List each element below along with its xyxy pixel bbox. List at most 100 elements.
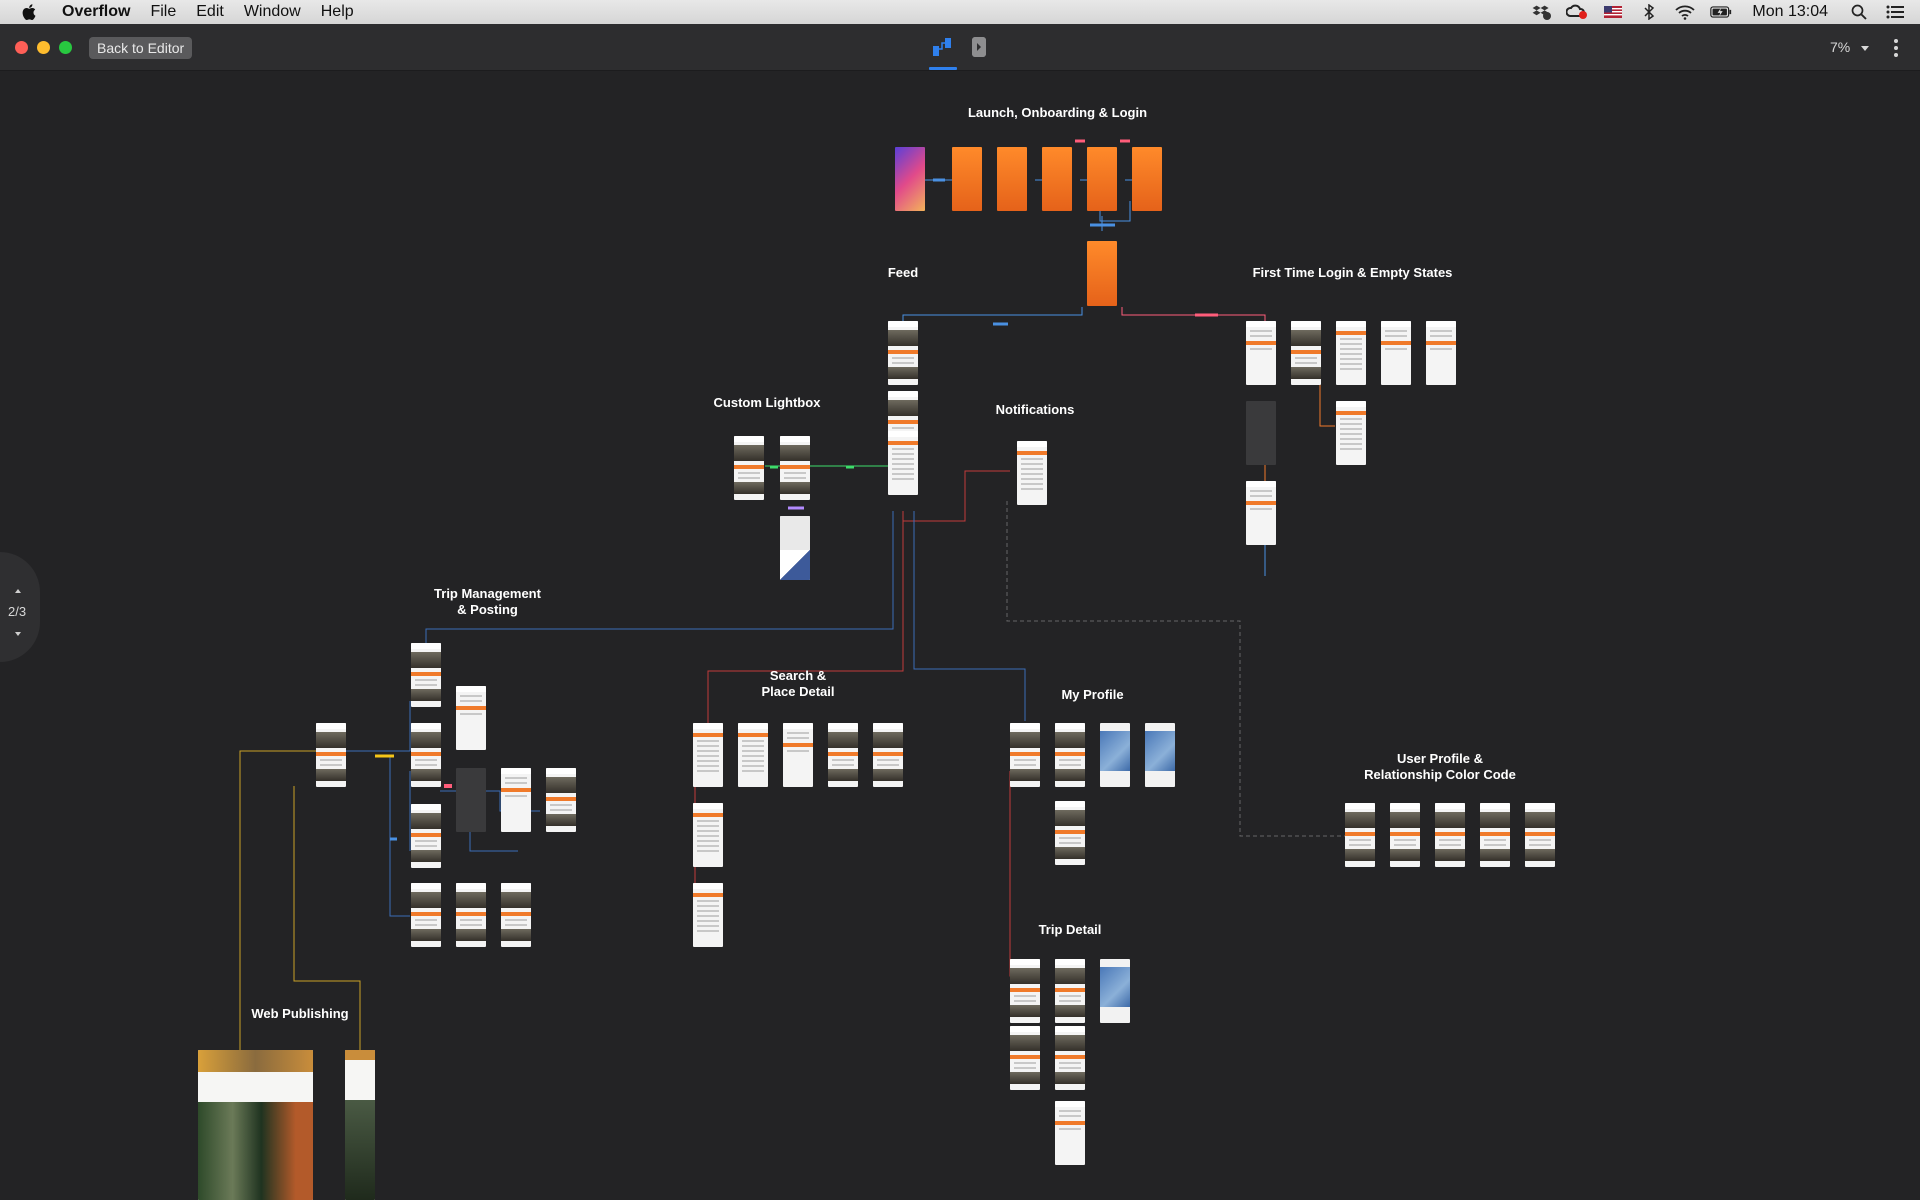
flow-screen-thumbnail[interactable] xyxy=(1055,959,1085,1023)
close-window-button[interactable] xyxy=(15,41,28,54)
flow-screen-thumbnail[interactable] xyxy=(1017,441,1047,505)
flow-screen-thumbnail[interactable] xyxy=(1246,321,1276,385)
spotlight-search-icon[interactable] xyxy=(1848,4,1870,20)
flow-screen-thumbnail[interactable] xyxy=(888,321,918,385)
flow-screen-thumbnail[interactable] xyxy=(734,436,764,500)
section-label-trip-management: Trip Management & Posting xyxy=(434,586,541,617)
connector-lines xyxy=(239,139,1345,1051)
flow-screen-thumbnail[interactable] xyxy=(1055,1101,1085,1165)
flow-view-icon[interactable] xyxy=(928,34,958,60)
flow-screen-thumbnail[interactable] xyxy=(780,436,810,500)
flow-screen-thumbnail[interactable] xyxy=(997,147,1027,211)
zoom-window-button[interactable] xyxy=(59,41,72,54)
flow-screen-thumbnail[interactable] xyxy=(1246,401,1276,465)
previous-page-icon[interactable] xyxy=(15,589,21,593)
flow-screen-thumbnail[interactable] xyxy=(1042,147,1072,211)
section-label-notifications: Notifications xyxy=(995,402,1075,417)
dropbox-icon[interactable] xyxy=(1530,4,1552,20)
flow-screen-thumbnail[interactable] xyxy=(1390,803,1420,867)
flow-screen-thumbnail[interactable] xyxy=(1525,803,1555,867)
flow-screen-thumbnail[interactable] xyxy=(1336,321,1366,385)
next-page-icon[interactable] xyxy=(15,632,21,636)
flow-screen-thumbnail[interactable] xyxy=(411,643,441,707)
flow-screen-thumbnail[interactable] xyxy=(952,147,982,211)
flow-screen-thumbnail[interactable] xyxy=(693,723,723,787)
back-to-editor-button[interactable]: Back to Editor xyxy=(89,37,193,59)
flow-screen-thumbnail[interactable] xyxy=(1100,723,1130,787)
flow-screen-thumbnail[interactable] xyxy=(1145,723,1175,787)
flow-screen-thumbnail[interactable] xyxy=(1010,959,1040,1023)
flow-screen-thumbnail[interactable] xyxy=(693,883,723,947)
flow-screen-thumbnail[interactable] xyxy=(411,804,441,868)
flow-screen-thumbnail[interactable] xyxy=(1480,803,1510,867)
app-menu[interactable]: Overflow xyxy=(62,3,130,21)
flow-screen-thumbnail[interactable] xyxy=(1055,801,1085,865)
flow-screen-thumbnail[interactable] xyxy=(1010,1026,1040,1090)
flow-screen-thumbnail[interactable] xyxy=(456,686,486,750)
flow-screen-thumbnail[interactable] xyxy=(501,768,531,832)
flow-screen-thumbnail[interactable] xyxy=(1426,321,1456,385)
apple-menu-icon[interactable] xyxy=(20,2,40,22)
section-label-user-profile: User Profile & Relationship Color Code xyxy=(1364,751,1516,782)
section-label-trip-detail: Trip Detail xyxy=(1038,922,1102,937)
web-page-large[interactable] xyxy=(198,1050,313,1200)
creative-cloud-icon[interactable] xyxy=(1566,4,1588,20)
minimize-window-button[interactable] xyxy=(37,41,50,54)
flow-screen-thumbnail[interactable] xyxy=(1087,147,1117,211)
title-bar: Back to Editor 7% xyxy=(0,24,1920,71)
flow-screen-thumbnail[interactable] xyxy=(1246,481,1276,545)
flow-screen-thumbnail[interactable] xyxy=(501,883,531,947)
flow-screen-thumbnail[interactable] xyxy=(411,883,441,947)
wifi-icon[interactable] xyxy=(1674,4,1696,20)
section-label-search: Search & Place Detail xyxy=(761,668,835,699)
status-area: Mon 13:04 xyxy=(1530,0,1906,24)
bluetooth-icon[interactable] xyxy=(1638,4,1660,20)
flow-screen-thumbnail[interactable] xyxy=(316,723,346,787)
notification-center-icon[interactable] xyxy=(1884,4,1906,20)
file-menu[interactable]: File xyxy=(150,3,176,21)
flow-screen-thumbnail[interactable] xyxy=(1345,803,1375,867)
flow-screen-thumbnail[interactable] xyxy=(738,723,768,787)
page-indicator: 2/3 xyxy=(8,604,27,619)
flow-screen-thumbnail[interactable] xyxy=(1291,321,1321,385)
flow-screen-thumbnail[interactable] xyxy=(780,516,810,580)
flow-screen-thumbnail[interactable] xyxy=(828,723,858,787)
flow-screen-thumbnail[interactable] xyxy=(411,723,441,787)
flow-canvas[interactable]: Launch, Onboarding & Login Feed First Ti… xyxy=(0,71,1920,1200)
help-menu[interactable]: Help xyxy=(321,3,354,21)
section-label-feed: Feed xyxy=(887,265,919,280)
flow-screen-thumbnail[interactable] xyxy=(1087,241,1117,306)
flow-screen-thumbnail[interactable] xyxy=(456,883,486,947)
flow-screen-thumbnail[interactable] xyxy=(1100,959,1130,1023)
zoom-level[interactable]: 7% xyxy=(1830,39,1850,55)
next-page-icon[interactable] xyxy=(972,37,986,57)
flow-screen-thumbnail[interactable] xyxy=(1435,803,1465,867)
flow-screen-thumbnail[interactable] xyxy=(456,768,486,832)
flow-screen-thumbnail[interactable] xyxy=(693,803,723,867)
flow-screen-thumbnail[interactable] xyxy=(1055,1026,1085,1090)
section-label-my-profile: My Profile xyxy=(1061,687,1124,702)
flow-screen-thumbnail[interactable] xyxy=(546,768,576,832)
zoom-dropdown-icon[interactable] xyxy=(1861,46,1869,51)
battery-icon[interactable] xyxy=(1710,4,1732,20)
edit-menu[interactable]: Edit xyxy=(196,3,224,21)
flow-screen-thumbnail[interactable] xyxy=(888,431,918,495)
web-page-mobile[interactable] xyxy=(345,1050,375,1200)
section-label-first-time: First Time Login & Empty States xyxy=(1252,265,1453,280)
flow-screen-thumbnail[interactable] xyxy=(1381,321,1411,385)
flow-screen-thumbnail[interactable] xyxy=(1336,401,1366,465)
flow-screen-thumbnail[interactable] xyxy=(1132,147,1162,211)
clock[interactable]: Mon 13:04 xyxy=(1752,3,1828,21)
active-tab-indicator xyxy=(929,67,957,70)
window-menu[interactable]: Window xyxy=(244,3,301,21)
flow-screen-thumbnail[interactable] xyxy=(1010,723,1040,787)
section-label-launch: Launch, Onboarding & Login xyxy=(967,105,1148,120)
flow-screen-thumbnail[interactable] xyxy=(783,723,813,787)
section-label-web-publishing: Web Publishing xyxy=(251,1006,349,1021)
us-flag-icon[interactable] xyxy=(1602,4,1624,20)
more-options-icon[interactable] xyxy=(1893,37,1899,59)
flow-screen-thumbnail[interactable] xyxy=(895,147,925,211)
flow-screen-thumbnail[interactable] xyxy=(873,723,903,787)
flow-screen-thumbnail[interactable] xyxy=(1055,723,1085,787)
section-label-lightbox: Custom Lightbox xyxy=(713,395,821,410)
